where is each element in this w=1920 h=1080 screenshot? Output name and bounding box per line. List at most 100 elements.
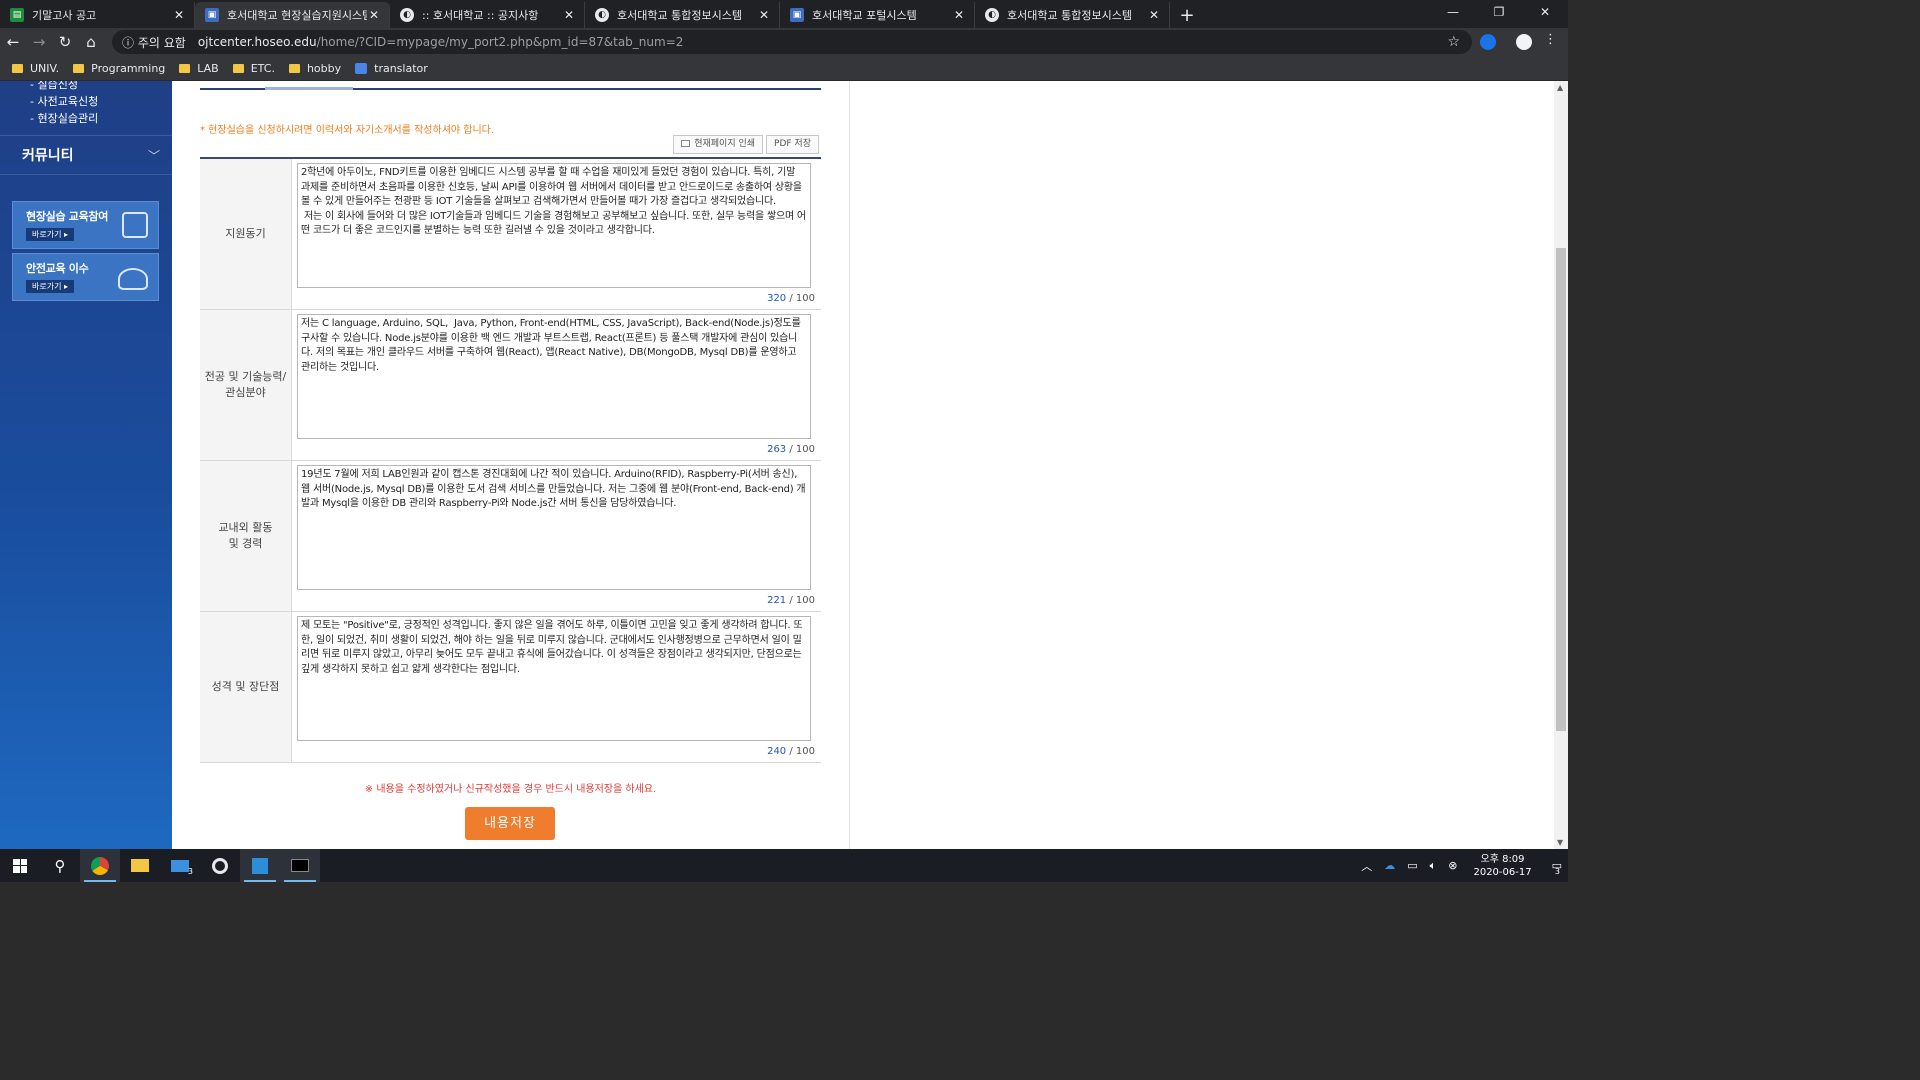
bookmark-folder[interactable]: UNIV. (12, 62, 59, 75)
scroll-down-icon[interactable]: ▼ (1557, 838, 1563, 847)
active-tab-indicator (265, 87, 353, 90)
close-tab-icon[interactable]: ✕ (562, 8, 576, 22)
minimize-icon[interactable]: — (1430, 0, 1476, 26)
file-explorer-icon[interactable] (120, 849, 160, 882)
sidebar-link-pre-education[interactable]: - 사전교육신청 (30, 93, 172, 110)
scroll-up-icon[interactable]: ▲ (1557, 83, 1563, 92)
vscode-icon[interactable] (240, 849, 280, 882)
promo-go-button[interactable]: 바로가기 ▸ (26, 228, 74, 241)
sidebar-link-apply[interactable]: - 실습신청 (30, 81, 172, 93)
close-tab-icon[interactable]: ✕ (172, 8, 186, 22)
resume-notice: * 현장실습을 신청하시려면 이력서와 자기소개서를 작성하셔야 합니다. (200, 125, 495, 136)
network-icon[interactable]: ▭ (1407, 859, 1417, 872)
browser-tab-active[interactable]: ▣ 호서대학교 현장실습지원시스템 ✕ (195, 2, 390, 28)
chrome-taskbar-icon[interactable] (80, 849, 120, 882)
tab-underline (200, 87, 821, 90)
close-tab-icon[interactable]: ✕ (952, 8, 966, 22)
media-player-icon[interactable] (200, 849, 240, 882)
char-counter: 240 / 100 (767, 746, 815, 757)
folder-icon (232, 63, 244, 73)
row-label: 교내외 활동 및 경력 (200, 461, 292, 611)
bookmark-label: UNIV. (30, 61, 60, 75)
save-content-button[interactable]: 내용저장 (465, 807, 555, 840)
notification-icon[interactable]: ▭ 3 (1552, 859, 1562, 876)
security-label: 주의 요함 (137, 35, 186, 50)
char-count: 263 (767, 444, 787, 455)
action-buttons: 현재페이지 인쇄 PDF 저장 (673, 135, 819, 154)
bookmark-folder[interactable]: Programming (73, 62, 165, 75)
self-intro-form: 지원동기 2학년에 아두이노, FND키트를 이용한 임베디드 시스템 공부를 … (200, 157, 821, 763)
form-row-personality: 성격 및 장단점 제 모토는 "Positive"로, 긍정적인 성격입니다. … (200, 612, 821, 763)
browser-tab[interactable]: ◐ 호서대학교 통합정보시스템 ✕ (975, 2, 1170, 28)
bookmark-label: translator (374, 61, 428, 75)
bookmark-star-icon[interactable]: ☆ (1447, 34, 1460, 50)
restore-icon[interactable]: ❐ (1476, 0, 1522, 26)
print-page-button[interactable]: 현재페이지 인쇄 (673, 135, 764, 154)
globe-icon: ◐ (400, 8, 414, 22)
security-warning[interactable]: ⓘ 주의 요함 (122, 34, 186, 51)
scroll-thumb[interactable] (1556, 248, 1566, 731)
blank-area (849, 81, 1554, 849)
terminal-icon[interactable] (280, 849, 320, 882)
start-button[interactable] (0, 849, 40, 882)
back-icon[interactable]: ← (0, 33, 26, 51)
form-row-motivation: 지원동기 2학년에 아두이노, FND키트를 이용한 임베디드 시스템 공부를 … (200, 159, 821, 310)
browser-tab-strip: ▤ 기말고사 공고 ✕ ▣ 호서대학교 현장실습지원시스템 ✕ ◐ :: 호서대… (0, 0, 1568, 28)
volume-icon[interactable]: 🔈︎ (1430, 859, 1437, 873)
char-max: / 100 (786, 444, 815, 455)
sidebar-link-internship-manage[interactable]: - 현장실습관리 (30, 110, 172, 127)
search-icon[interactable]: ⚲ (40, 849, 80, 882)
community-label: 커뮤니티 (22, 148, 74, 164)
close-tab-icon[interactable]: ✕ (367, 8, 381, 22)
tray-overflow-icon[interactable]: ︿ (1361, 858, 1372, 874)
new-tab-button[interactable]: + (1174, 2, 1200, 28)
close-window-icon[interactable]: ✕ (1522, 0, 1568, 26)
folder-icon (288, 63, 300, 73)
close-tab-icon[interactable]: ✕ (1147, 8, 1161, 22)
promo-go-button[interactable]: 바로가기 ▸ (26, 280, 74, 293)
close-tab-icon[interactable]: ✕ (757, 8, 771, 22)
row-cell: 19년도 7월에 저희 LAB인원과 같이 캡스톤 경진대회에 나간 적이 있습… (292, 461, 821, 611)
menu-icon[interactable]: ⋮ (1544, 32, 1560, 48)
char-count: 221 (767, 595, 787, 606)
mail-icon[interactable]: 3 (160, 849, 200, 882)
reload-icon[interactable]: ↻ (52, 33, 78, 51)
system-tray: ︿ ☁ ▭ 🔈︎ ⊗ 오후 8:09 2020-06-17 ▭ 3 (1355, 849, 1568, 882)
row-label: 지원동기 (200, 159, 292, 309)
chevron-down-icon: ﹀ (147, 148, 160, 163)
row-cell: 2학년에 아두이노, FND키트를 이용한 임베디드 시스템 공부를 할 때 수… (292, 159, 821, 309)
folder-icon (12, 63, 23, 73)
char-count: 320 (767, 293, 787, 304)
mail-badge: 3 (187, 867, 193, 876)
promo-safety-banner[interactable]: 안전교육 이수 바로가기 ▸ (12, 253, 159, 301)
save-pdf-button[interactable]: PDF 저장 (766, 135, 819, 154)
forward-icon[interactable]: → (26, 33, 52, 51)
motivation-textarea[interactable]: 2학년에 아두이노, FND키트를 이용한 임베디드 시스템 공부를 할 때 수… (297, 163, 811, 288)
home-icon[interactable]: ⌂ (78, 33, 104, 51)
personality-textarea[interactable]: 제 모토는 "Positive"로, 긍정적인 성격입니다. 좋지 않은 일을 … (297, 616, 811, 741)
promo-education-banner[interactable]: 현장실습 교육참여 바로가기 ▸ (12, 201, 159, 249)
bookmark-link[interactable]: translator (355, 62, 428, 75)
row-label: 성격 및 장단점 (200, 612, 292, 762)
browser-tab[interactable]: ◐ 호서대학교 통합정보시스템 ✕ (585, 2, 780, 28)
browser-tab[interactable]: ◐ :: 호서대학교 :: 공지사항 ✕ (390, 2, 585, 28)
bookmark-folder[interactable]: hobby (288, 62, 341, 75)
browser-tab[interactable]: ▤ 기말고사 공고 ✕ (0, 2, 195, 28)
sidebar-item-community[interactable]: 커뮤니티 ﹀ (0, 135, 172, 175)
profile-avatar[interactable] (1516, 34, 1532, 50)
page-scrollbar[interactable]: ▲ ▼ (1554, 81, 1568, 849)
browser-tab[interactable]: ▣ 호서대학교 포털시스템 ✕ (780, 2, 975, 28)
form-row-activities: 교내외 활동 및 경력 19년도 7월에 저희 LAB인원과 같이 캡스톤 경진… (200, 461, 821, 612)
extension-icon[interactable] (1480, 34, 1496, 50)
status-icon[interactable]: ⊗ (1448, 859, 1457, 872)
tab-title: 기말고사 공고 (32, 9, 97, 22)
bookmark-folder[interactable]: LAB (179, 62, 219, 75)
char-max: / 100 (786, 746, 815, 757)
skills-textarea[interactable]: 저는 C language, Arduino, SQL, Java, Pytho… (297, 314, 811, 439)
bookmark-folder[interactable]: ETC. (232, 62, 275, 75)
windows-taskbar: ⚲ 3 ︿ ☁ ▭ 🔈︎ ⊗ 오후 8:09 2020-06-17 ▭ 3 (0, 849, 1568, 882)
address-bar[interactable]: ⓘ 주의 요함 ojtcenter.hoseo.edu/home/?CID=my… (112, 30, 1472, 54)
taskbar-clock[interactable]: 오후 8:09 2020-06-17 (1473, 853, 1531, 879)
activities-textarea[interactable]: 19년도 7월에 저희 LAB인원과 같이 캡스톤 경진대회에 나간 적이 있습… (297, 465, 811, 590)
onedrive-icon[interactable]: ☁ (1384, 859, 1395, 872)
